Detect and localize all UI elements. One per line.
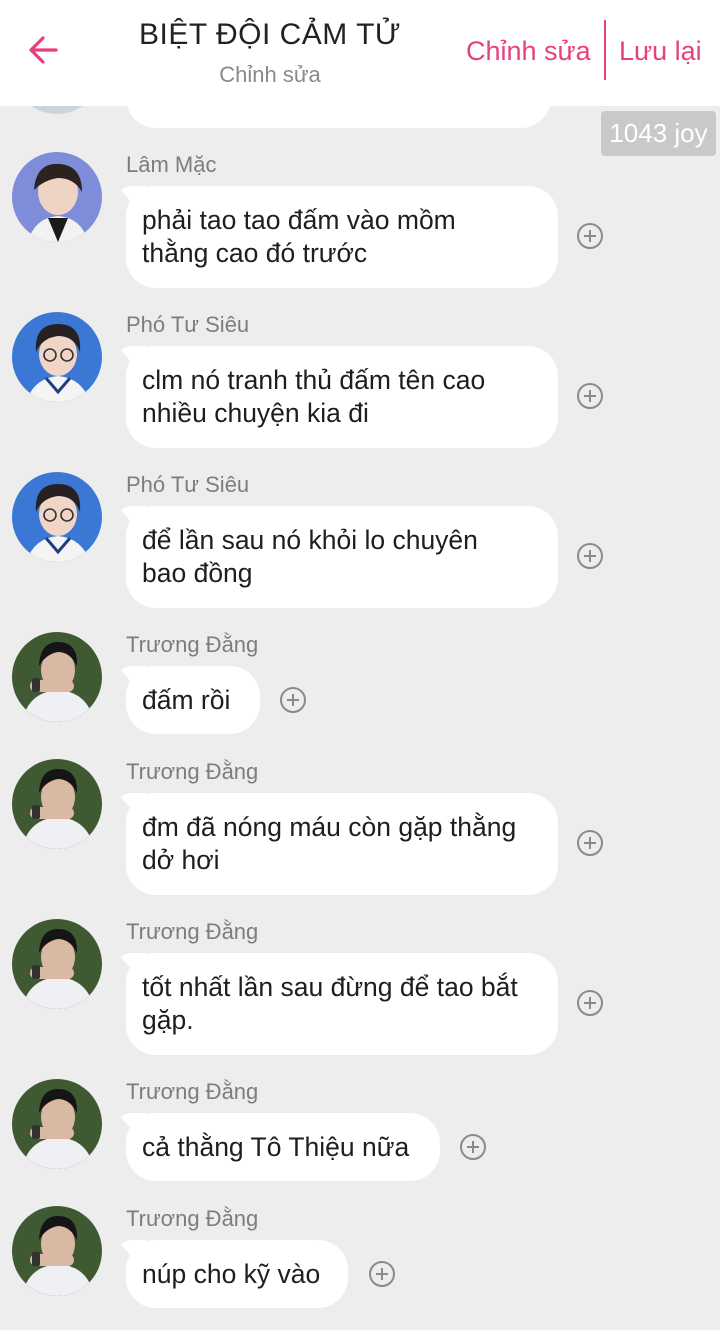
message-text-line: phải tao tao đấm vào mồm	[142, 205, 456, 235]
joy-counter-badge: 1043 joy	[601, 111, 716, 156]
header-divider	[604, 20, 606, 80]
sender-name: Phó Tư Siêu	[126, 312, 250, 337]
message-bubble[interactable]: clm nó tranh thủ đấm tên cao nhiều chuyệ…	[126, 346, 558, 448]
add-reaction-icon[interactable]	[577, 990, 603, 1016]
message-text-line: để lần sau nó khỏi lo chuyên	[142, 525, 478, 555]
save-button[interactable]: Lưu lại	[619, 36, 702, 67]
add-reaction-icon[interactable]	[577, 543, 603, 569]
sender-name: Trương Đằng	[126, 919, 259, 944]
avatar[interactable]	[12, 152, 102, 242]
edit-button[interactable]: Chỉnh sửa	[466, 36, 591, 67]
avatar[interactable]	[12, 472, 102, 562]
add-reaction-icon[interactable]	[460, 1134, 486, 1160]
message-bubble[interactable]: phải tao tao đấm vào mồm thằng cao đó tr…	[126, 186, 558, 288]
message-bubble[interactable]: cả thằng Tô Thiệu nữa	[126, 1113, 440, 1181]
message-bubble[interactable]: đm đã nóng máu còn gặp thằng dở hơi	[126, 793, 558, 895]
avatar[interactable]	[12, 919, 102, 1009]
message-bubble[interactable]: núp cho kỹ vào	[126, 1240, 348, 1308]
message-text-line: bao đồng	[142, 558, 253, 588]
message-bubble[interactable]: tốt nhất lần sau đừng để tao bắt gặp.	[126, 953, 558, 1055]
add-reaction-icon[interactable]	[577, 830, 603, 856]
message-text-line: gặp.	[142, 1005, 194, 1035]
sender-name: Trương Đằng	[126, 1206, 259, 1231]
chat-subtitle: Chỉnh sửa	[219, 62, 321, 87]
message-text-line: clm nó tranh thủ đấm tên cao	[142, 365, 486, 395]
sender-name: Trương Đằng	[126, 1079, 259, 1104]
message-text-line: thằng cao đó trước	[142, 238, 368, 268]
avatar[interactable]	[12, 632, 102, 722]
sender-name: Lâm Mặc	[126, 152, 217, 177]
message-bubble[interactable]: đấm rồi	[126, 666, 260, 734]
message-text-line: dở hơi	[142, 845, 220, 875]
message-text-line: nhiều chuyện kia đi	[142, 398, 369, 428]
arrow-left-icon	[26, 32, 62, 73]
add-reaction-icon[interactable]	[577, 223, 603, 249]
add-reaction-icon[interactable]	[280, 687, 306, 713]
sender-name: Phó Tư Siêu	[126, 472, 250, 497]
message-text-line: đm đã nóng máu còn gặp thằng	[142, 812, 517, 842]
avatar[interactable]	[12, 1079, 102, 1169]
chat-header: BIỆT ĐỘI CẢM TỬ Chỉnh sửa Chỉnh sửa Lưu …	[0, 0, 720, 106]
avatar[interactable]	[12, 1206, 102, 1296]
add-reaction-icon[interactable]	[369, 1261, 395, 1287]
avatar[interactable]	[12, 312, 102, 402]
back-button[interactable]	[22, 30, 66, 74]
message-text-line: đấm rồi	[142, 685, 231, 715]
sender-name: Trương Đằng	[126, 759, 259, 784]
message-text-line: tốt nhất lần sau đừng để tao bắt	[142, 972, 518, 1002]
avatar[interactable]	[12, 759, 102, 849]
message-text-line: núp cho kỹ vào	[142, 1259, 321, 1289]
message-text-line: cả thằng Tô Thiệu nữa	[142, 1132, 410, 1162]
message-bubble[interactable]: để lần sau nó khỏi lo chuyên bao đồng	[126, 506, 558, 608]
chat-title: BIỆT ĐỘI CẢM TỬ	[138, 18, 402, 51]
sender-name: Trương Đằng	[126, 632, 259, 657]
add-reaction-icon[interactable]	[577, 383, 603, 409]
